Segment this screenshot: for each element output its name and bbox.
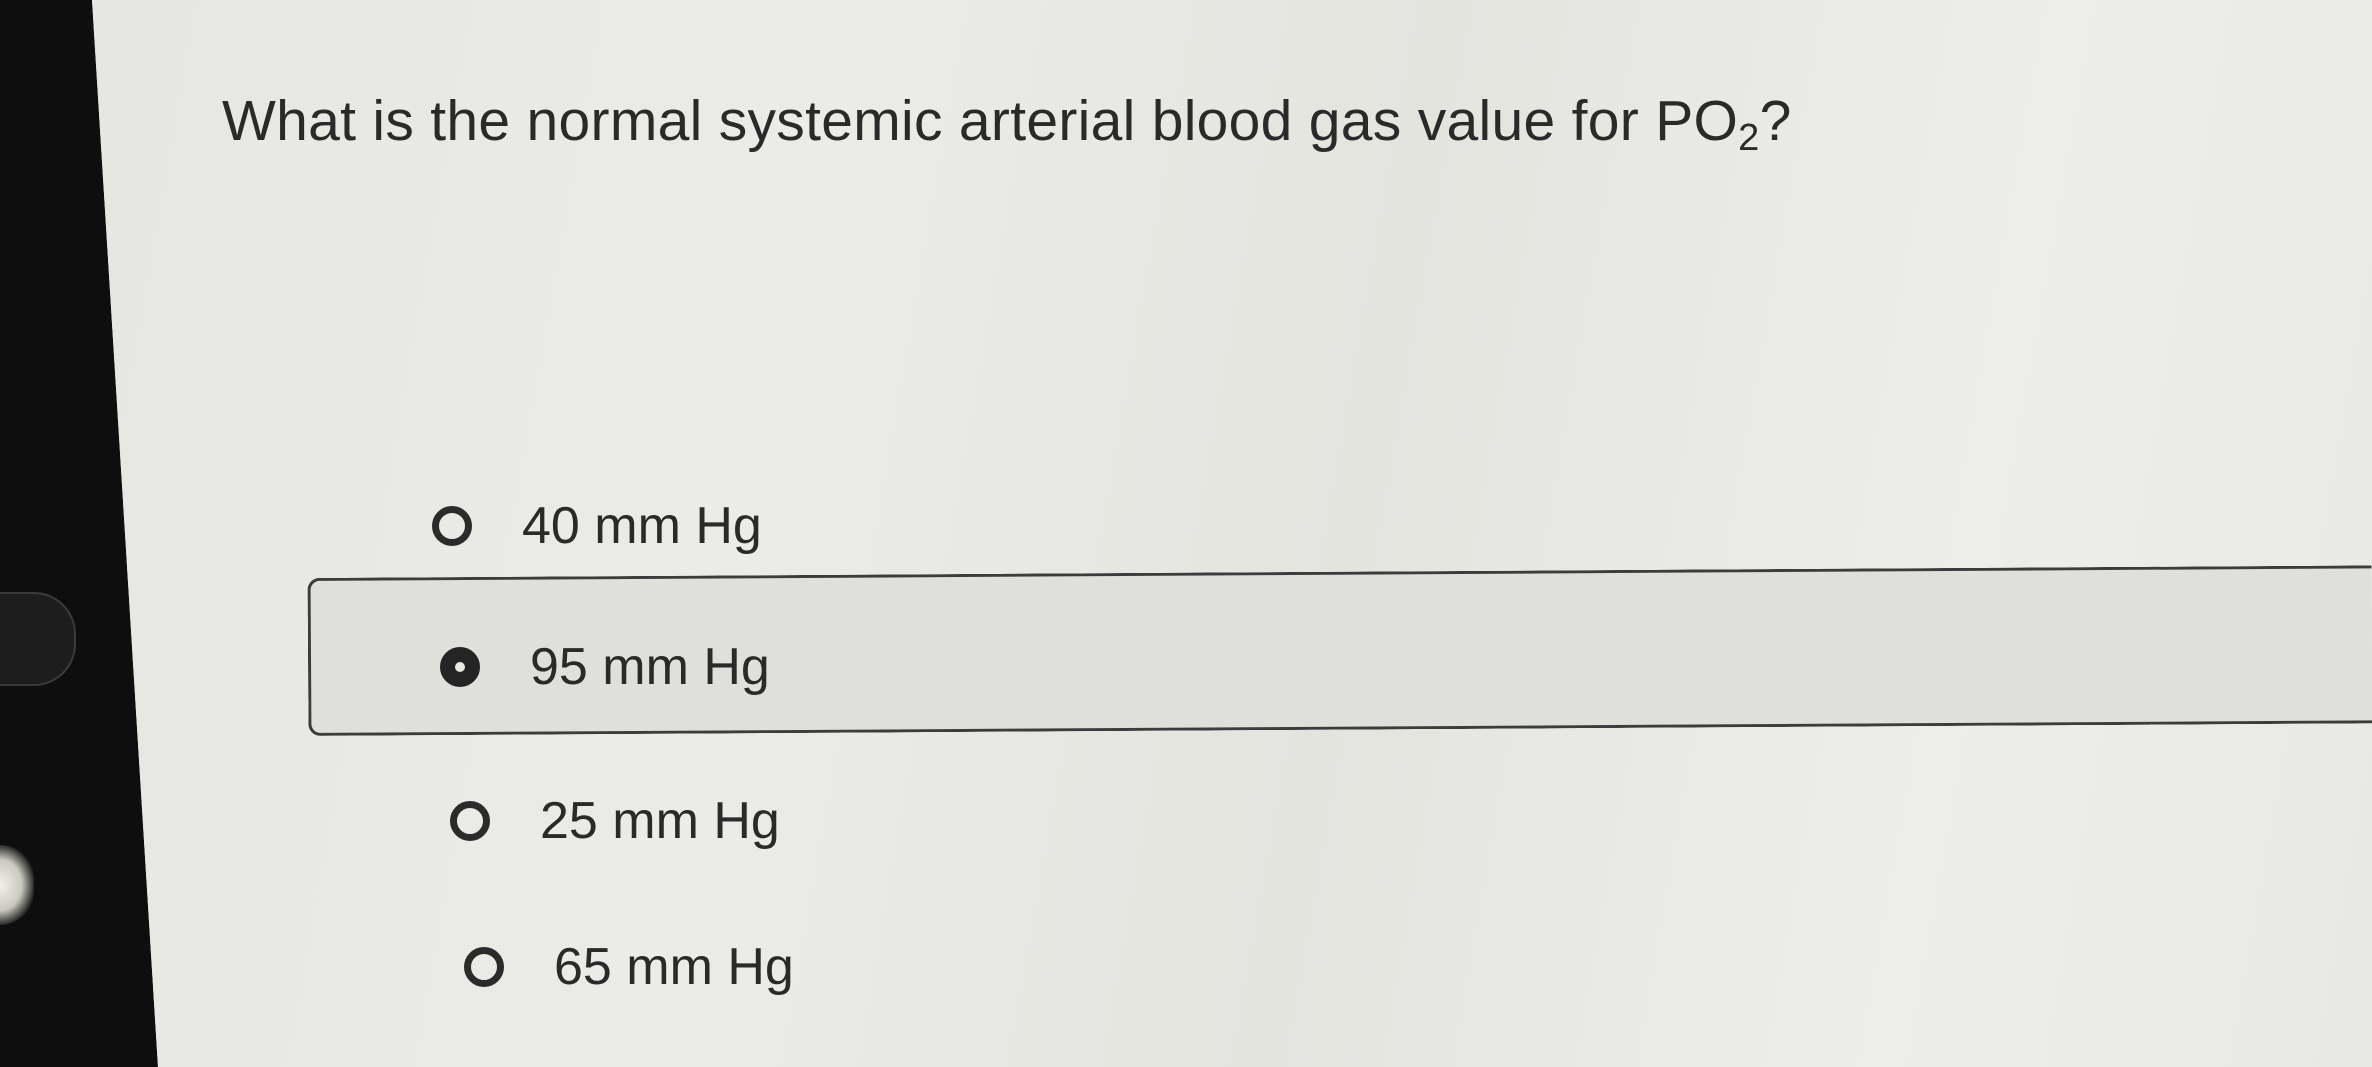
choice-label: 95 mm Hg — [530, 638, 770, 696]
choice-option-1[interactable]: 40 mm Hg — [432, 496, 762, 556]
radio-empty-icon[interactable] — [432, 506, 472, 546]
answer-choices: 40 mm Hg 95 mm Hg 25 mm Hg 65 mm Hg — [0, 0, 2372, 1067]
choice-option-3[interactable]: 25 mm Hg — [450, 791, 780, 851]
radio-empty-icon[interactable] — [450, 801, 490, 841]
choice-label: 40 mm Hg — [522, 497, 762, 555]
choice-option-2[interactable]: 95 mm Hg — [440, 637, 770, 697]
radio-empty-icon[interactable] — [464, 947, 504, 987]
choice-label: 65 mm Hg — [554, 938, 794, 996]
radio-filled-icon[interactable] — [440, 647, 480, 687]
choice-option-4[interactable]: 65 mm Hg — [464, 937, 794, 997]
choice-label: 25 mm Hg — [540, 792, 780, 850]
